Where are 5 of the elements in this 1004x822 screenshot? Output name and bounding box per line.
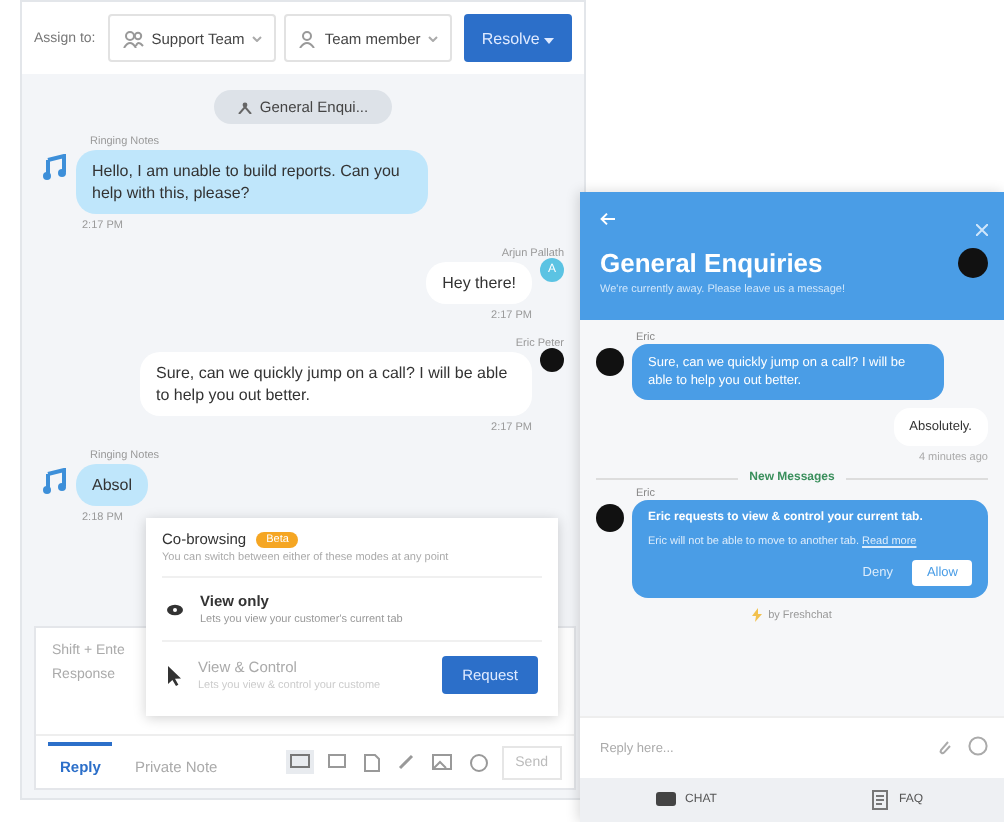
message-bubble: Sure, can we quickly jump on a call? I will be able to help you out better. [140,352,532,416]
widget-title: General Enquiries [600,248,823,278]
message-bubble: Absol [76,464,149,506]
message-bubble: Hello, I am unable to build reports. Can you help with this, please? [76,150,428,214]
message-bubble: Hey there! [426,262,532,304]
